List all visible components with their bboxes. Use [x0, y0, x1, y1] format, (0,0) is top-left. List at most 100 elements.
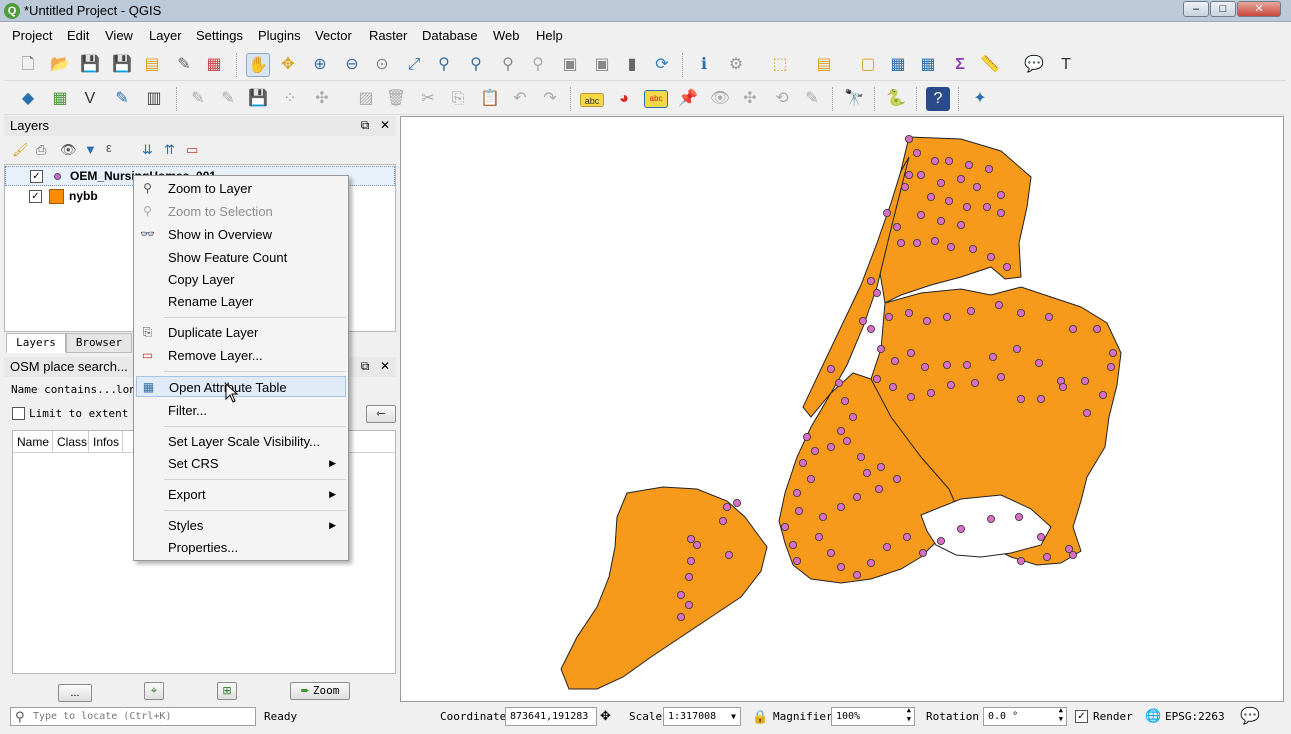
maximize-button[interactable]: □	[1210, 1, 1236, 17]
menu-set-scale-visibility[interactable]: Set Layer Scale Visibility...	[136, 431, 346, 452]
highlight-pinned-labels-icon[interactable]: abc	[644, 90, 668, 108]
layer-visibility-checkbox[interactable]: ✓	[29, 190, 42, 203]
minimize-button[interactable]: –	[1183, 1, 1209, 17]
float-panel-icon[interactable]: ⧉	[358, 359, 372, 373]
open-project-icon[interactable]: 📂	[48, 53, 72, 77]
scale-combobox[interactable]: 1:317008 ▼	[663, 707, 741, 726]
tab-layers[interactable]: Layers	[6, 333, 66, 353]
close-button[interactable]: ✕	[1237, 1, 1281, 17]
measure-icon[interactable]: 📏	[978, 53, 1002, 77]
undo-icon[interactable]: ↶	[508, 87, 532, 111]
add-delimited-text-icon[interactable]: V	[78, 87, 102, 111]
menu-edit[interactable]: Edit	[67, 28, 89, 43]
style-manager-icon[interactable]: ▦	[202, 53, 226, 77]
locate-area-icon[interactable]: ⊞	[217, 682, 237, 700]
text-annotation-icon[interactable]: T	[1054, 53, 1078, 77]
menu-settings[interactable]: Settings	[196, 28, 243, 43]
add-group-icon[interactable]: ⎙	[36, 142, 46, 158]
pan-to-selection-icon[interactable]: ✥	[276, 53, 300, 77]
zoom-in-icon[interactable]: ⊕	[308, 53, 332, 77]
layer-diagram-icon[interactable]: ◕	[612, 87, 636, 111]
locator-input[interactable]: Type to locate (Ctrl+K)	[10, 707, 256, 726]
menu-filter[interactable]: Filter...	[136, 400, 346, 421]
save-as-icon[interactable]: 💾	[110, 53, 134, 77]
add-raster-layer-icon[interactable]: ▦	[48, 87, 72, 111]
attribute-table-icon[interactable]: ▦	[886, 53, 910, 77]
col-class[interactable]: Class	[53, 431, 89, 453]
composer-manager-icon[interactable]: ✎	[172, 53, 196, 77]
deselect-icon[interactable]: ▢	[856, 53, 880, 77]
map-canvas[interactable]	[400, 116, 1284, 702]
save-edits-icon[interactable]: 💾	[246, 87, 270, 111]
expand-all-icon[interactable]: ⇊	[142, 142, 153, 158]
remove-layer-icon[interactable]: ▭	[186, 142, 198, 158]
add-spatialite-icon[interactable]: ✎	[110, 87, 134, 111]
limit-extent-checkbox[interactable]	[12, 407, 25, 420]
identify-icon[interactable]: ℹ	[692, 53, 716, 77]
add-feature-icon[interactable]: ⁘	[278, 87, 302, 111]
show-bookmarks-icon[interactable]: ▣	[590, 53, 614, 77]
tab-browser[interactable]: Browser	[66, 333, 132, 353]
menu-rename-layer[interactable]: Rename Layer	[136, 291, 346, 312]
menu-help[interactable]: Help	[536, 28, 563, 43]
menu-styles[interactable]: Styles ▶	[136, 515, 346, 536]
move-label-icon[interactable]: ✣	[738, 87, 762, 111]
node-tool-icon[interactable]: ▨	[354, 87, 378, 111]
close-panel-icon[interactable]: ✕	[378, 118, 392, 132]
menu-view[interactable]: View	[105, 28, 133, 43]
menu-show-feature-count[interactable]: Show Feature Count	[136, 247, 346, 268]
rotate-label-icon[interactable]: ⟲	[770, 87, 794, 111]
zoom-last-icon[interactable]: ⚲	[496, 53, 520, 77]
filter-legend-icon[interactable]: ▼	[84, 142, 97, 157]
toggle-editing-icon[interactable]: ✎	[216, 87, 240, 111]
help-icon[interactable]: ?	[926, 87, 950, 111]
change-label-icon[interactable]: ✎	[800, 87, 824, 111]
zoom-button[interactable]: ➨ Zoom	[290, 682, 350, 700]
filter-expression-icon[interactable]: ε	[106, 140, 112, 155]
menu-open-attribute-table[interactable]: ▦Open Attribute Table	[136, 376, 346, 397]
zoom-next-icon[interactable]: ⚲	[526, 53, 550, 77]
new-project-icon[interactable]: 🗋	[16, 53, 40, 77]
redo-icon[interactable]: ↷	[538, 87, 562, 111]
select-by-value-icon[interactable]: ▤	[812, 53, 836, 77]
move-feature-icon[interactable]: ✣	[310, 87, 334, 111]
pin-labels-icon[interactable]: 📌	[676, 87, 700, 111]
manage-visibility-icon[interactable]: 👁	[60, 142, 77, 158]
add-vector-layer-icon[interactable]: ◆	[16, 87, 40, 111]
field-calculator-icon[interactable]: ▦	[916, 53, 940, 77]
more-button[interactable]: ...	[58, 684, 92, 702]
delete-selected-icon[interactable]: 🗑	[384, 87, 408, 111]
float-panel-icon[interactable]: ⧉	[358, 118, 372, 132]
coordinate-field[interactable]: 873641,191283	[505, 707, 597, 726]
add-wms-icon[interactable]: ▥	[142, 87, 166, 111]
menu-plugins[interactable]: Plugins	[258, 28, 301, 43]
rotation-spinbox[interactable]: 0.0 ° ▲ ▼	[983, 706, 1067, 726]
zoom-to-selection-icon[interactable]: ⚲	[432, 53, 456, 77]
new-bookmark-icon[interactable]: ▣	[558, 53, 582, 77]
copy-features-icon[interactable]: ⎘	[446, 87, 470, 111]
menu-zoom-to-layer[interactable]: ⚲ Zoom to Layer	[136, 178, 346, 199]
label-toolbar-icon[interactable]: abc	[580, 93, 604, 107]
pan-icon[interactable]: ✋	[246, 53, 270, 77]
back-button[interactable]: ⇽	[366, 405, 396, 423]
menu-show-in-overview[interactable]: 👓 Show in Overview	[136, 224, 346, 245]
show-hide-labels-icon[interactable]: 👁	[708, 87, 732, 111]
col-infos[interactable]: Infos	[89, 431, 123, 453]
refresh-icon[interactable]: ⟳	[650, 53, 674, 77]
new-print-composer-icon[interactable]: ▤	[140, 53, 164, 77]
style-layer-icon[interactable]: 🖌	[12, 142, 29, 158]
messages-icon[interactable]: 💬	[1240, 706, 1260, 726]
menu-project[interactable]: Project	[12, 28, 52, 43]
select-features-icon[interactable]: ⬚	[768, 53, 792, 77]
python-console-icon[interactable]: 🐍	[884, 87, 908, 111]
menu-raster[interactable]: Raster	[369, 28, 407, 43]
menu-layer[interactable]: Layer	[149, 28, 182, 43]
action-icon[interactable]: ⚙	[724, 53, 748, 77]
render-checkbox[interactable]: ✓	[1075, 710, 1088, 723]
zoom-native-icon[interactable]: ⊙	[370, 53, 394, 77]
menu-properties[interactable]: Properties...	[136, 537, 346, 558]
collapse-all-icon[interactable]: ⇈	[164, 142, 175, 158]
statistics-icon[interactable]: Σ	[948, 53, 972, 77]
menu-export[interactable]: Export ▶	[136, 484, 346, 505]
osm-place-search-icon[interactable]: 🔭	[842, 87, 866, 111]
